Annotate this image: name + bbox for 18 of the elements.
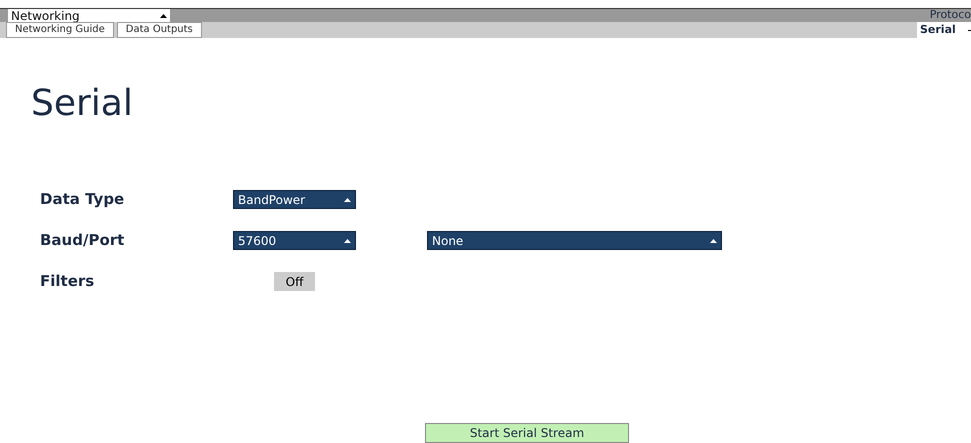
widget-dropdown[interactable]: Networking [8,9,170,22]
setting-label: Baud/Port [40,230,126,252]
port-dropdown[interactable]: None [427,231,722,250]
caret-icon [160,14,167,18]
caret-icon [344,198,351,202]
page-heading: Serial [31,82,133,126]
baud-dropdown[interactable]: 57600 [233,231,356,250]
tab[interactable]: Data Outputs [116,22,202,38]
filters-toggle[interactable]: Off [274,272,315,291]
protocol-label: Protoco [930,7,971,24]
caret-icon [710,238,717,242]
setting-label: Data Type [40,189,126,210]
start-stream-button[interactable]: Start Serial Stream [425,423,629,443]
protocol-dropdown[interactable]: Serial [917,22,971,38]
setting-label: Filters [40,271,96,292]
data-type-dropdown[interactable]: BandPower [233,190,356,209]
caret-icon [344,238,351,242]
tab[interactable]: Networking Guide [6,22,114,38]
